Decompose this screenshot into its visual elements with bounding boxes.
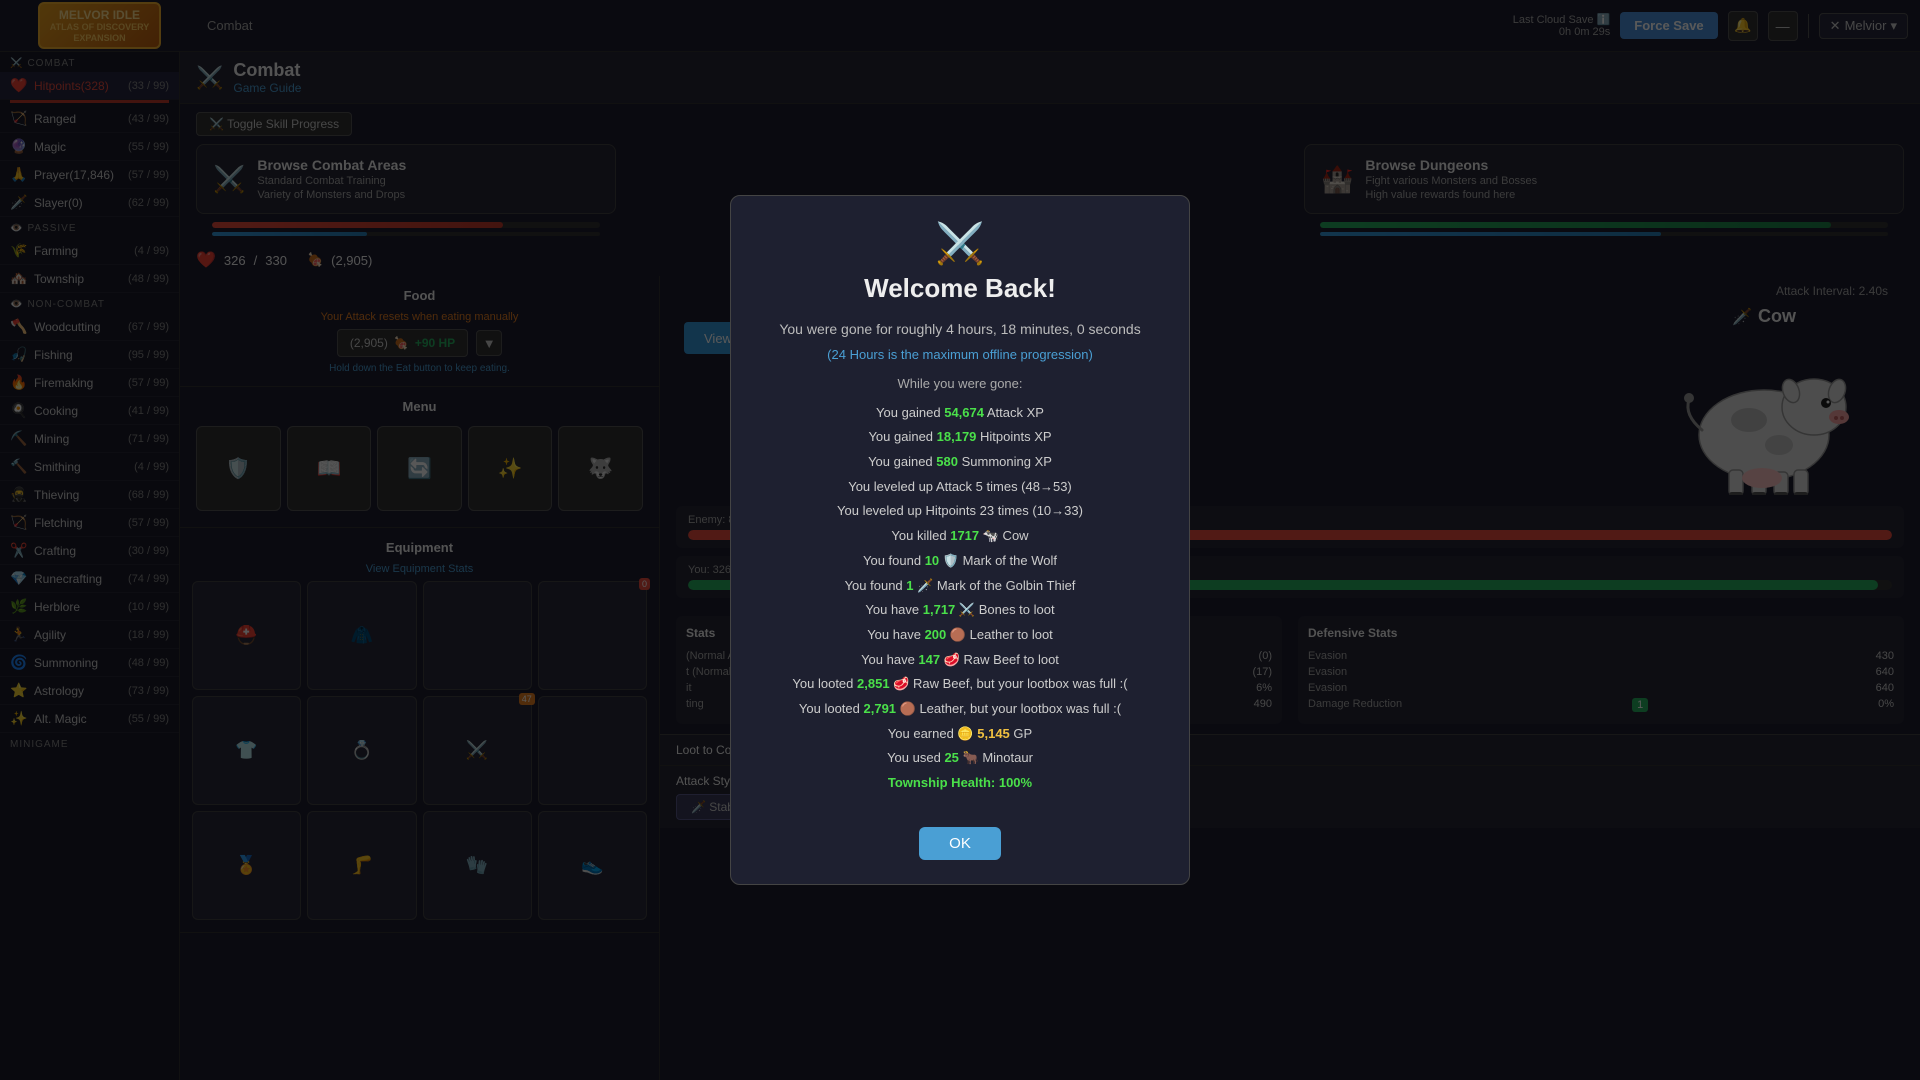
stat-township-health: Township Health: 100%	[761, 771, 1159, 796]
stat-kills: You killed 1717 🐄 Cow	[761, 524, 1159, 549]
stat-summoning-xp: You gained 580 Summoning XP	[761, 450, 1159, 475]
stat-hp-xp: You gained 18,179 Hitpoints XP	[761, 425, 1159, 450]
modal-stats-container: You gained 54,674 Attack XP You gained 1…	[761, 401, 1159, 796]
modal-title: Welcome Back!	[761, 273, 1159, 304]
stat-golbin-mark: You found 1 🗡️ Mark of the Golbin Thief	[761, 574, 1159, 599]
stat-wolf-mark: You found 10 🛡️ Mark of the Wolf	[761, 549, 1159, 574]
stat-rawbeef-full: You looted 2,851 🥩 Raw Beef, but your lo…	[761, 672, 1159, 697]
stat-bones-loot: You have 1,717 ⚔️ Bones to loot	[761, 598, 1159, 623]
welcome-back-modal-overlay: ⚔️ Welcome Back! You were gone for rough…	[0, 0, 1920, 1080]
modal-sword-icon: ⚔️	[761, 220, 1159, 267]
modal-gone-message: You were gone for roughly 4 hours, 18 mi…	[761, 318, 1159, 340]
stat-attack-level: You leveled up Attack 5 times (48→53)	[761, 475, 1159, 500]
stat-hp-level: You leveled up Hitpoints 23 times (10→33…	[761, 499, 1159, 524]
stat-minotaur-used: You used 25 🐂 Minotaur	[761, 746, 1159, 771]
stat-attack-xp: You gained 54,674 Attack XP	[761, 401, 1159, 426]
stat-leather-full: You looted 2,791 🟤 Leather, but your loo…	[761, 697, 1159, 722]
modal-while-gone: While you were gone:	[761, 376, 1159, 391]
modal-ok-button[interactable]: OK	[919, 827, 1001, 860]
stat-leather-loot: You have 200 🟤 Leather to loot	[761, 623, 1159, 648]
stat-rawbeef-loot: You have 147 🥩 Raw Beef to loot	[761, 648, 1159, 673]
welcome-back-modal: ⚔️ Welcome Back! You were gone for rough…	[730, 195, 1190, 884]
modal-max-note: (24 Hours is the maximum offline progres…	[761, 347, 1159, 362]
stat-gp-earned: You earned 🪙 5,145 GP	[761, 722, 1159, 747]
